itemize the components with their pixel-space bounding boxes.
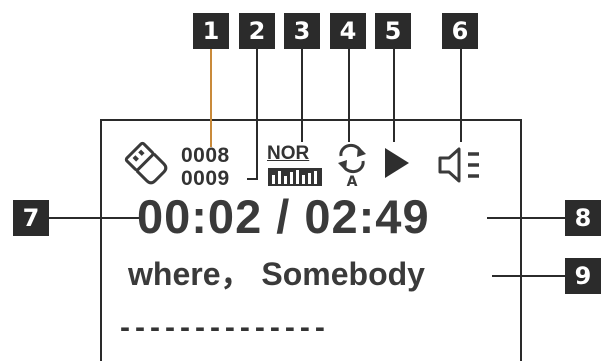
leader-line-9	[492, 275, 565, 277]
track-counter: 0008 0009	[181, 144, 230, 190]
leader-line-2b	[247, 178, 258, 180]
callout-5: 5	[375, 13, 411, 49]
leader-line-2	[256, 49, 258, 180]
callout-6: 6	[442, 13, 478, 49]
play-icon	[385, 148, 409, 178]
leader-line-6	[460, 49, 462, 142]
callout-1: 1	[193, 13, 229, 49]
volume-icon	[438, 147, 479, 183]
current-track-number: 0008	[181, 144, 230, 167]
callout-7: 7	[13, 200, 49, 236]
equalizer-icon	[268, 168, 322, 186]
eq-mode-label: NOR	[267, 143, 310, 164]
leader-line-5	[393, 49, 395, 142]
callout-8: 8	[565, 200, 601, 236]
song-title: where， Somebody	[128, 256, 425, 292]
leader-line-7	[49, 217, 141, 219]
leader-line-1	[210, 49, 212, 147]
leader-line-4	[348, 49, 350, 142]
callout-4: 4	[330, 13, 366, 49]
total-track-number: 0009	[181, 167, 230, 190]
repeat-all-icon: A	[338, 143, 366, 188]
playback-time: 00:02 / 02:49	[137, 190, 430, 243]
leader-line-3	[301, 49, 303, 142]
callout-2: 2	[239, 13, 275, 49]
usb-stick-icon	[124, 141, 168, 185]
svg-text:A: A	[347, 174, 358, 188]
callout-9: 9	[565, 258, 601, 294]
callout-3: 3	[284, 13, 320, 49]
lyrics-placeholder-dashes: --------------	[120, 311, 330, 344]
leader-line-8	[487, 217, 565, 219]
